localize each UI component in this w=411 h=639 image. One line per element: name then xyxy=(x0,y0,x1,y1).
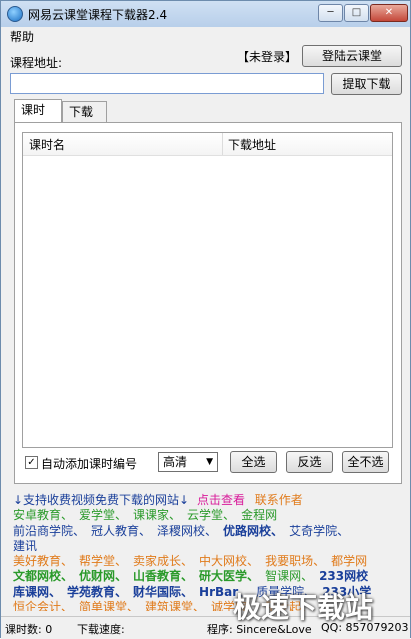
site-link[interactable]: 我要职场、 xyxy=(265,554,325,568)
site-link[interactable]: 233网校 xyxy=(319,569,368,583)
link-line: 美好教育、 帮学堂、 卖家成长、 中大网校、 我要职场、 都学网 xyxy=(13,554,383,569)
watermark-logo: 极速下载站 xyxy=(233,591,374,624)
invert-selection-button[interactable]: 反选 xyxy=(286,451,333,473)
site-link[interactable]: 课课家、 xyxy=(133,508,181,522)
tab-lessons[interactable]: 课时 xyxy=(14,99,62,123)
app-logo-icon xyxy=(7,6,23,22)
title-bar: 网易云课堂课程下载器2.4 ─ □ ✕ xyxy=(1,1,410,27)
site-link[interactable]: 泽稷网校、 xyxy=(157,524,217,538)
site-link[interactable]: 优财网、 xyxy=(79,569,127,583)
minimize-button[interactable]: ─ xyxy=(318,4,343,22)
column-divider xyxy=(222,133,223,155)
link-line: 文都网校、 优财网、 山香教育、 研大医学、 智课网、 233网校 xyxy=(13,569,383,584)
column-download-url[interactable]: 下载地址 xyxy=(228,136,276,153)
menu-help[interactable]: 帮助 xyxy=(10,28,34,45)
site-link[interactable]: 山香教育、 xyxy=(133,569,193,583)
extract-download-button[interactable]: 提取下载 xyxy=(331,73,402,95)
menu-bar: 帮助 xyxy=(1,27,410,45)
tab-downloads[interactable]: 下载 xyxy=(62,101,107,123)
site-link[interactable]: 帮学堂、 xyxy=(79,554,127,568)
site-link[interactable]: 建讯 xyxy=(13,539,37,553)
column-lesson-name[interactable]: 课时名 xyxy=(29,136,65,153)
course-url-input[interactable] xyxy=(10,73,324,94)
select-none-button[interactable]: 全不选 xyxy=(342,451,389,473)
view-link[interactable]: 点击查看 xyxy=(197,493,245,507)
auto-number-checkbox[interactable]: ✓ xyxy=(25,456,38,469)
dropdown-arrow-icon: ▼ xyxy=(206,457,213,467)
site-link[interactable]: 财华国际、 xyxy=(133,585,193,599)
lessons-panel: 课时名 下载地址 ✓ 自动添加课时编号 高清 ▼ 全选 反选 全不选 xyxy=(14,122,402,484)
site-link[interactable]: 研大医学、 xyxy=(199,569,259,583)
site-link[interactable]: 爱学堂、 xyxy=(79,508,127,522)
link-line: 前沿商学院、 冠人教育、 泽稷网校、 优路网校、 艾奇学院、建讯 xyxy=(13,524,383,555)
select-all-button[interactable]: 全选 xyxy=(230,451,277,473)
download-speed: 下载速度: xyxy=(77,623,125,636)
site-link[interactable]: 优路网校、 xyxy=(223,524,283,538)
contact-author-link[interactable]: 联系作者 xyxy=(255,493,303,507)
quality-select[interactable]: 高清 ▼ xyxy=(158,452,218,472)
window-title: 网易云课堂课程下载器2.4 xyxy=(28,8,168,22)
site-link[interactable]: 都学网 xyxy=(331,554,367,568)
site-link[interactable]: 恒企会计、 xyxy=(13,600,73,611)
site-link[interactable]: 艾奇学院、 xyxy=(289,524,349,538)
list-header: 课时名 下载地址 xyxy=(23,133,392,156)
maximize-button[interactable]: □ xyxy=(344,4,369,22)
site-link[interactable]: 金程网 xyxy=(241,508,277,522)
site-link[interactable]: 卖家成长、 xyxy=(133,554,193,568)
login-status: 【未登录】 xyxy=(237,50,298,64)
auto-number-label: 自动添加课时编号 xyxy=(41,457,138,471)
links-intro: ↓支持收费视频免费下载的网站↓ xyxy=(13,493,190,507)
login-button[interactable]: 登陆云课堂 xyxy=(302,45,402,67)
site-link[interactable]: 美好教育、 xyxy=(13,554,73,568)
site-link[interactable]: 简单课堂、 xyxy=(79,600,139,611)
site-link[interactable]: 文都网校、 xyxy=(13,569,73,583)
site-link[interactable]: 冠人教育、 xyxy=(91,524,151,538)
site-link[interactable]: 前沿商学院、 xyxy=(13,524,85,538)
quality-value: 高清 xyxy=(163,455,188,469)
lesson-count: 课时数: 0 xyxy=(5,623,53,636)
close-button[interactable]: ✕ xyxy=(370,4,408,22)
site-link[interactable]: 学苑教育、 xyxy=(67,585,127,599)
site-link[interactable]: 中大网校、 xyxy=(199,554,259,568)
course-url-label: 课程地址: xyxy=(10,56,63,70)
site-link[interactable]: 安卓教育、 xyxy=(13,508,73,522)
site-link[interactable]: 智课网、 xyxy=(265,569,313,583)
app-window: 网易云课堂课程下载器2.4 ─ □ ✕ 帮助 课程地址: 【未登录】 登陆云课堂… xyxy=(0,0,411,639)
site-link[interactable]: 云学堂、 xyxy=(187,508,235,522)
link-line: 安卓教育、 爱学堂、 课课家、 云学堂、 金程网 xyxy=(13,508,383,523)
lesson-list[interactable]: 课时名 下载地址 xyxy=(22,132,393,448)
site-link[interactable]: 库课网、 xyxy=(13,585,61,599)
site-link[interactable]: 建筑课堂、 xyxy=(145,600,205,611)
